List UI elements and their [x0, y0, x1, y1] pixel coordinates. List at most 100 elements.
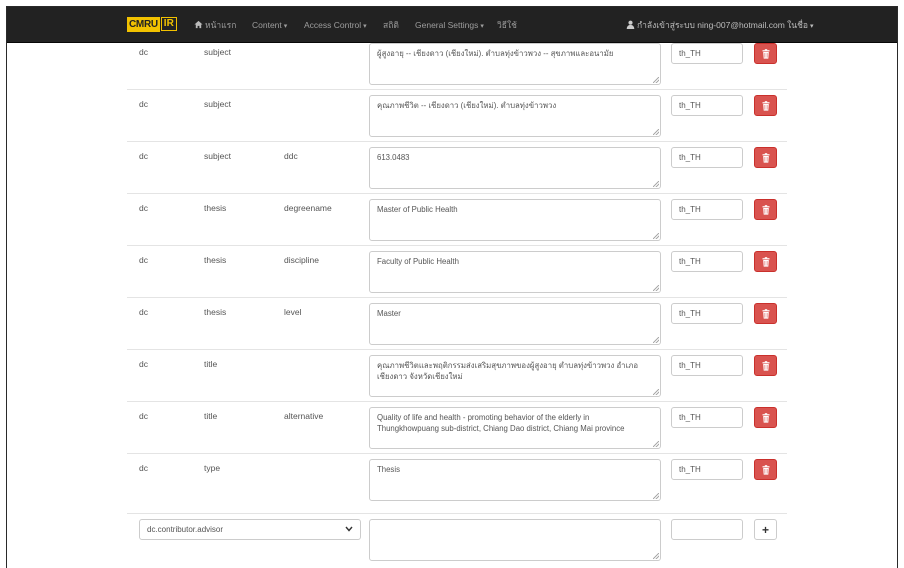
language-input[interactable]: th_TH: [671, 303, 743, 324]
caret-down-icon: ▾: [283, 23, 288, 30]
resize-grip[interactable]: [653, 441, 659, 447]
qualifier-cell: discipline: [284, 255, 319, 265]
brand-logo-left: CMRU: [127, 16, 160, 32]
metadata-row: dc subject ผู้สูงอายุ -- เชียงดาว (เชียงให…: [127, 37, 787, 89]
nav-stats[interactable]: สถิติ: [383, 19, 399, 31]
schema-cell: dc: [139, 411, 148, 421]
nav-help[interactable]: วิธีใช้: [497, 19, 517, 31]
brand-logo[interactable]: CMRU IR: [127, 16, 177, 32]
trash-icon: [762, 308, 769, 319]
schema-cell: dc: [139, 307, 148, 317]
element-cell: subject: [204, 151, 231, 161]
trash-icon: [762, 152, 769, 163]
element-cell: thesis: [204, 307, 227, 317]
remove-field-button[interactable]: [754, 407, 777, 428]
chevron-down-icon: [345, 526, 353, 532]
add-field-button[interactable]: +: [754, 519, 777, 540]
value-textarea[interactable]: คุณภาพชีวิต -- เชียงดาว (เชียงใหม่). ตำบ…: [369, 95, 661, 137]
nav-home[interactable]: หน้าแรก: [194, 19, 236, 31]
qualifier-cell: alternative: [284, 411, 324, 421]
language-input[interactable]: th_TH: [671, 251, 743, 272]
nav-home-label: หน้าแรก: [205, 20, 237, 30]
value-textarea[interactable]: ผู้สูงอายุ -- เชียงดาว (เชียงใหม่). ตำบล…: [369, 43, 661, 85]
remove-field-button[interactable]: [754, 199, 777, 220]
value-text: Thesis: [377, 465, 400, 474]
caret-down-icon: ▾: [809, 23, 814, 30]
nav-general-settings-label: General Settings: [415, 20, 479, 30]
qualifier-cell: degreename: [284, 203, 332, 213]
element-cell: subject: [204, 99, 231, 109]
nav-content-label: Content: [252, 20, 282, 30]
browser-viewport: dc subject ผู้สูงอายุ -- เชียงดาว (เชียงให…: [6, 6, 898, 568]
nav-general-settings[interactable]: General Settings ▾: [415, 19, 484, 33]
value-text: Master of Public Health: [377, 205, 458, 214]
home-icon: [194, 20, 203, 29]
resize-grip[interactable]: [653, 389, 659, 395]
nav-content[interactable]: Content ▾: [252, 19, 287, 33]
value-textarea[interactable]: Faculty of Public Health: [369, 251, 661, 293]
value-textarea[interactable]: Master of Public Health: [369, 199, 661, 241]
trash-icon: [762, 100, 769, 111]
resize-grip[interactable]: [653, 553, 659, 559]
language-input[interactable]: th_TH: [671, 43, 743, 64]
remove-field-button[interactable]: [754, 251, 777, 272]
field-select-value: dc.contributor.advisor: [147, 525, 224, 534]
value-textarea[interactable]: Quality of life and health - promoting b…: [369, 407, 661, 449]
value-text: Faculty of Public Health: [377, 257, 459, 266]
trash-icon: [762, 464, 769, 475]
schema-cell: dc: [139, 151, 148, 161]
value-textarea[interactable]: Thesis: [369, 459, 661, 501]
remove-field-button[interactable]: [754, 147, 777, 168]
value-textarea[interactable]: Master: [369, 303, 661, 345]
value-textarea[interactable]: คุณภาพชีวิตและพฤติกรรมส่งเสริมสุขภาพของผ…: [369, 355, 661, 397]
resize-grip[interactable]: [653, 181, 659, 187]
nav-stats-label: สถิติ: [383, 20, 399, 30]
resize-grip[interactable]: [653, 285, 659, 291]
new-value-textarea[interactable]: [369, 519, 661, 561]
trash-icon: [762, 48, 769, 59]
metadata-row: dc subject ddc 613.0483 th_TH: [127, 141, 787, 193]
user-icon: [626, 20, 635, 29]
nav-access-control-label: Access Control: [304, 20, 362, 30]
nav-help-label: วิธีใช้: [497, 20, 517, 30]
field-select[interactable]: dc.contributor.advisor: [139, 519, 361, 540]
schema-cell: dc: [139, 359, 148, 369]
resize-grip[interactable]: [653, 129, 659, 135]
nav-user-menu[interactable]: กำลังเข้าสู่ระบบ ning-007@hotmail.com ใน…: [626, 19, 813, 33]
language-input[interactable]: th_TH: [671, 147, 743, 168]
trash-icon: [762, 204, 769, 215]
remove-field-button[interactable]: [754, 95, 777, 116]
nav-access-control[interactable]: Access Control ▾: [304, 19, 367, 33]
schema-cell: dc: [139, 255, 148, 265]
language-input[interactable]: th_TH: [671, 95, 743, 116]
caret-down-icon: ▾: [363, 23, 367, 30]
resize-grip[interactable]: [653, 337, 659, 343]
remove-field-button[interactable]: [754, 43, 777, 64]
language-input[interactable]: th_TH: [671, 459, 743, 480]
top-navbar: CMRU IR หน้าแรก Content ▾ Access Control ▾ …: [7, 7, 897, 43]
element-cell: thesis: [204, 203, 227, 213]
remove-field-button[interactable]: [754, 355, 777, 376]
remove-field-button[interactable]: [754, 303, 777, 324]
value-text: คุณภาพชีวิตและพฤติกรรมส่งเสริมสุขภาพของผ…: [377, 361, 639, 381]
metadata-row: dc subject คุณภาพชีวิต -- เชียงดาว (เชียงใ…: [127, 89, 787, 141]
resize-grip[interactable]: [653, 493, 659, 499]
element-cell: title: [204, 359, 218, 369]
value-text: 613.0483: [377, 153, 410, 162]
qualifier-cell: ddc: [284, 151, 298, 161]
resize-grip[interactable]: [653, 77, 659, 83]
value-textarea[interactable]: 613.0483: [369, 147, 661, 189]
plus-icon: +: [761, 522, 769, 537]
qualifier-cell: level: [284, 307, 302, 317]
metadata-row: dc thesis level Master th_TH: [127, 297, 787, 349]
language-input[interactable]: th_TH: [671, 355, 743, 376]
remove-field-button[interactable]: [754, 459, 777, 480]
trash-icon: [762, 360, 769, 371]
value-text: ผู้สูงอายุ -- เชียงดาว (เชียงใหม่). ตำบล…: [377, 49, 614, 58]
element-cell: thesis: [204, 255, 227, 265]
resize-grip[interactable]: [653, 233, 659, 239]
language-input[interactable]: th_TH: [671, 407, 743, 428]
language-input[interactable]: th_TH: [671, 199, 743, 220]
new-language-input[interactable]: [671, 519, 743, 540]
element-cell: title: [204, 411, 218, 421]
